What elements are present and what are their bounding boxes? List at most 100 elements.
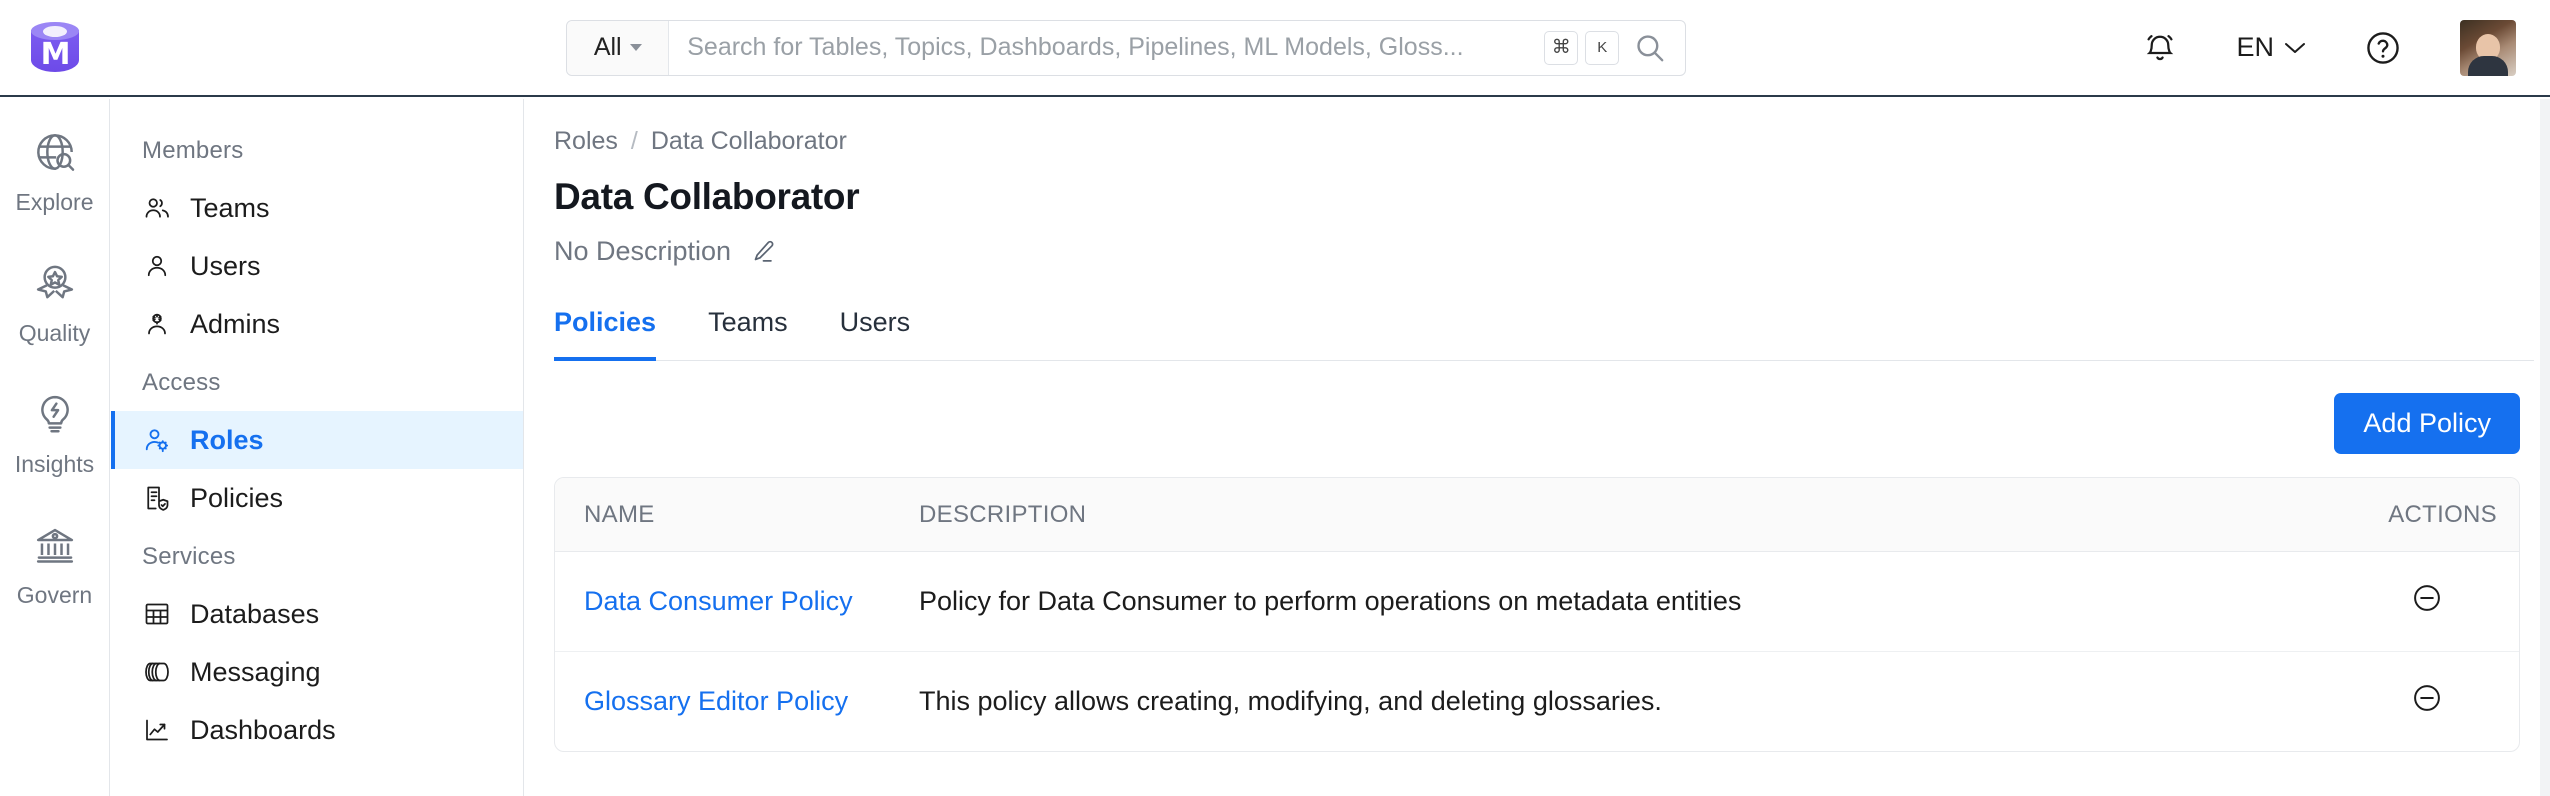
policy-description-cell: Policy for Data Consumer to perform oper… (905, 551, 2219, 652)
column-header-description: DESCRIPTION (905, 478, 2219, 552)
left-nav-rail: Explore Quality Insights Govern (0, 99, 110, 796)
circle-minus-icon[interactable] (2410, 681, 2444, 715)
logo-letter: M (40, 37, 71, 72)
breadcrumb-current: Data Collaborator (650, 127, 847, 155)
settings-sidebar: Members Teams Users Admins Access Roles … (111, 99, 524, 796)
global-search-box[interactable]: All ⌘ K (566, 19, 1687, 76)
rail-label-insights: Insights (14, 451, 95, 477)
header-right-actions: EN (2142, 19, 2550, 76)
sidebar-item-dashboards[interactable]: Dashboards (111, 701, 523, 759)
chart-line-icon (142, 715, 172, 745)
sidebar-item-admins[interactable]: Admins (111, 295, 523, 353)
table-toolbar: Add Policy (554, 393, 2534, 454)
sidebar-label-dashboards: Dashboards (190, 714, 336, 745)
search-scope-dropdown[interactable]: All (567, 20, 670, 75)
users-group-icon (142, 193, 172, 223)
bank-icon (32, 522, 78, 573)
sidebar-label-admins: Admins (190, 308, 281, 339)
sidebar-item-policies[interactable]: Policies (111, 469, 523, 527)
description-row: No Description (554, 236, 2534, 267)
rail-label-quality: Quality (18, 320, 91, 346)
document-shield-icon (142, 483, 172, 513)
message-queue-icon (142, 657, 172, 687)
search-input-wrap (669, 21, 1544, 75)
policy-actions-cell (2219, 652, 2519, 752)
sidebar-item-roles[interactable]: Roles (111, 411, 523, 469)
sidebar-item-databases[interactable]: Databases (111, 585, 523, 643)
policy-name-cell: Data Consumer Policy (555, 551, 905, 652)
rail-label-govern: Govern (16, 582, 93, 608)
sidebar-label-policies: Policies (190, 482, 284, 513)
policies-table-body: Data Consumer Policy Policy for Data Con… (555, 551, 2519, 752)
app-header: M All ⌘ K (0, 0, 2550, 97)
chevron-down-icon (2285, 42, 2305, 53)
search-icon[interactable] (1633, 21, 1685, 75)
page-title: Data Collaborator (554, 176, 860, 217)
sidebar-label-teams: Teams (190, 192, 270, 223)
command-key-badge: ⌘ (1544, 30, 1579, 65)
role-description: No Description (554, 236, 732, 266)
policies-table: NAME DESCRIPTION ACTIONS Data Consumer P… (555, 478, 2519, 751)
search-shortcut-group: ⌘ K (1544, 21, 1633, 75)
tab-policies[interactable]: Policies (554, 307, 657, 361)
sidebar-label-roles: Roles (190, 424, 264, 455)
tab-teams[interactable]: Teams (708, 307, 788, 361)
bell-icon[interactable] (2142, 30, 2178, 66)
user-gear-icon (142, 309, 172, 339)
policy-actions-cell (2219, 551, 2519, 652)
logo-cylinder-hole (43, 25, 67, 37)
logo-wrap[interactable]: M (0, 20, 110, 76)
breadcrumb: Roles / Data Collaborator (554, 127, 2534, 156)
rail-item-govern[interactable]: Govern (0, 522, 109, 609)
breadcrumb-separator: / (630, 127, 638, 155)
search-area: All ⌘ K (110, 19, 2142, 76)
language-label: EN (2236, 32, 2274, 62)
column-header-name: NAME (555, 478, 905, 552)
avatar[interactable] (2460, 19, 2516, 76)
add-policy-button[interactable]: Add Policy (2334, 393, 2520, 454)
sidebar-label-databases: Databases (190, 598, 320, 629)
policy-link[interactable]: Data Consumer Policy (584, 586, 853, 616)
user-cog-icon (142, 425, 172, 455)
chevron-down-icon (629, 44, 642, 51)
breadcrumb-roles[interactable]: Roles (554, 127, 618, 156)
sidebar-group-access: Access (142, 369, 221, 396)
user-icon (142, 251, 172, 281)
language-dropdown[interactable]: EN (2236, 32, 2306, 63)
rail-item-quality[interactable]: Quality (0, 260, 109, 347)
sidebar-item-messaging[interactable]: Messaging (111, 643, 523, 701)
table-row: Glossary Editor Policy This policy allow… (555, 652, 2519, 752)
right-edge-strip (2540, 99, 2550, 796)
tab-users[interactable]: Users (840, 307, 911, 361)
sidebar-label-users: Users (190, 250, 261, 281)
policy-description-cell: This policy allows creating, modifying, … (919, 686, 1662, 716)
k-key-badge: K (1585, 30, 1620, 65)
award-ribbon-icon (32, 260, 78, 311)
help-circle-icon[interactable] (2364, 29, 2402, 67)
policies-table-card: NAME DESCRIPTION ACTIONS Data Consumer P… (554, 477, 2520, 752)
table-grid-icon (142, 599, 172, 629)
table-row: Data Consumer Policy Policy for Data Con… (555, 551, 2519, 652)
sidebar-label-messaging: Messaging (190, 656, 321, 687)
globe-search-icon (32, 129, 78, 180)
rail-item-insights[interactable]: Insights (0, 391, 109, 478)
search-scope-label: All (593, 33, 622, 61)
sidebar-group-services: Services (142, 543, 236, 570)
pencil-icon[interactable] (749, 238, 777, 266)
rail-item-explore[interactable]: Explore (0, 129, 109, 216)
main-content: Roles / Data Collaborator Data Collabora… (525, 99, 2550, 796)
sidebar-item-users[interactable]: Users (111, 237, 523, 295)
table-header-row: NAME DESCRIPTION ACTIONS (555, 478, 2519, 552)
rail-label-explore: Explore (15, 189, 94, 215)
circle-minus-icon[interactable] (2410, 581, 2444, 615)
column-header-actions: ACTIONS (2219, 478, 2519, 552)
policy-link[interactable]: Glossary Editor Policy (584, 686, 848, 716)
search-input[interactable] (687, 33, 1527, 62)
sidebar-group-members: Members (142, 137, 244, 164)
openmetadata-logo-icon[interactable]: M (31, 20, 79, 76)
policies-table-head: NAME DESCRIPTION ACTIONS (555, 478, 2519, 552)
sidebar-item-teams[interactable]: Teams (111, 179, 523, 237)
policy-name-cell: Glossary Editor Policy (555, 652, 905, 752)
role-tabs: Policies Teams Users (554, 307, 2534, 361)
lightbulb-bolt-icon (32, 391, 78, 442)
